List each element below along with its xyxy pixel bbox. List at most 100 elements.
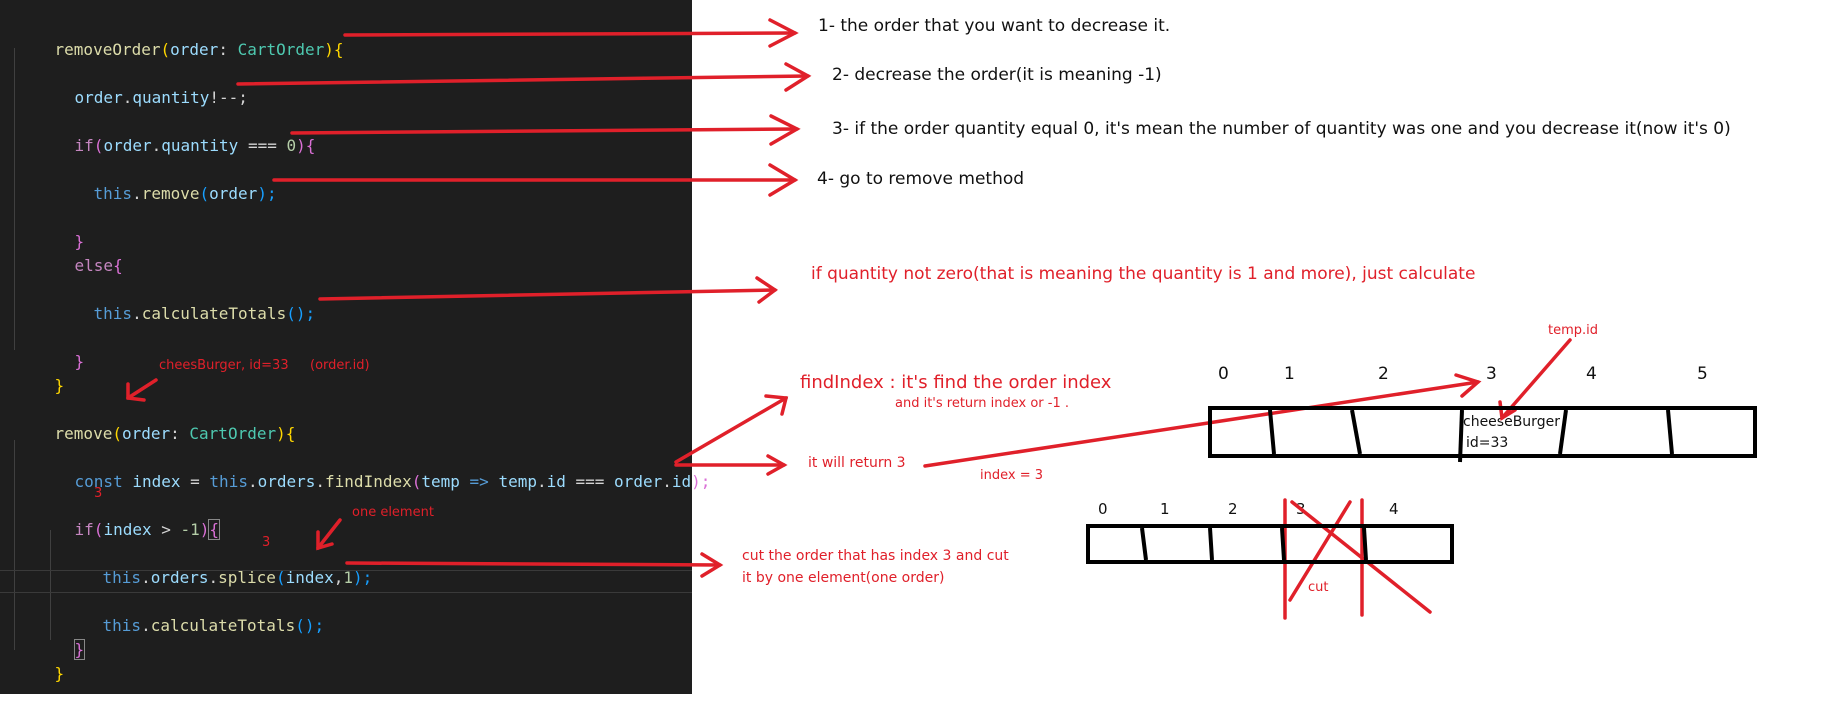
token: 1: [343, 568, 354, 587]
token: (: [93, 520, 104, 539]
note-4: 4- go to remove method: [817, 169, 1025, 189]
array-top-index: 3: [1486, 364, 1497, 384]
array-top-index: 2: [1378, 364, 1389, 384]
one-element-note: one element: [352, 505, 434, 520]
token: );: [691, 472, 711, 491]
token: order: [103, 136, 152, 155]
cut-note-line-1: cut the order that has index 3 and cut: [742, 548, 1009, 564]
cut-note-line-2: it by one element(one order): [742, 570, 945, 586]
array-bottom-divider: [1362, 527, 1368, 561]
cheese-id-note: cheesBurger, id=33: [159, 358, 289, 373]
token: ===: [565, 472, 615, 491]
token: order: [209, 184, 258, 203]
token: CartOrder: [237, 40, 325, 59]
token: ,: [333, 568, 344, 587]
token: order: [170, 40, 219, 59]
array-top-divider: [1558, 409, 1568, 455]
token: (: [93, 136, 104, 155]
token: ();: [286, 304, 316, 323]
token: this: [93, 184, 133, 203]
token: ===: [238, 136, 287, 155]
token: .: [151, 136, 162, 155]
token: quantity: [132, 88, 210, 107]
it-will-return-note: it will return 3: [808, 455, 906, 471]
token: ();: [295, 616, 325, 635]
array-top-index: 1: [1284, 364, 1295, 384]
token: temp: [498, 472, 537, 491]
token: .: [247, 472, 258, 491]
token: !--;: [209, 88, 248, 107]
note-1: 1- the order that you want to decrease i…: [818, 16, 1171, 36]
note-2: 2- decrease the order(it is meaning -1): [832, 65, 1162, 85]
find-index-sub: and it's return index or -1 .: [895, 396, 1070, 411]
token: 0: [286, 136, 297, 155]
arrow-head: [700, 552, 724, 578]
token: orders: [257, 472, 316, 491]
find-index-title: findIndex : it's find the order index: [800, 372, 1112, 393]
token: .: [315, 472, 326, 491]
token: ): [276, 424, 286, 443]
token: this: [102, 568, 142, 587]
token: .: [122, 88, 133, 107]
token: quantity: [161, 136, 239, 155]
array-top-divider: [1458, 409, 1464, 463]
token: order: [74, 88, 123, 107]
array-top-index: 5: [1697, 364, 1708, 384]
token: }: [54, 376, 65, 395]
token: order: [121, 424, 171, 443]
cut-label: cut: [1308, 580, 1329, 595]
temp-id-note: temp.id: [1548, 323, 1599, 338]
arrow-head: [766, 454, 788, 476]
token: {: [208, 519, 221, 540]
token: ): [324, 40, 334, 59]
token: id: [671, 472, 692, 491]
arrow-head: [768, 18, 799, 48]
code-line-14: this.calculateTotals();: [64, 596, 325, 656]
token: {: [285, 424, 296, 443]
array-top-divider: [1268, 409, 1276, 455]
token: }: [74, 352, 85, 371]
array-top-divider: [1350, 409, 1362, 455]
array-bottom-divider: [1140, 527, 1148, 561]
token: {: [305, 136, 316, 155]
token: this: [93, 304, 133, 323]
token: ): [296, 136, 306, 155]
token: .: [141, 616, 151, 635]
indent-guide: [14, 48, 15, 350]
cell-name: cheeseBurger: [1463, 414, 1560, 430]
arrow: [923, 380, 1480, 468]
token: );: [353, 568, 373, 587]
array-bottom-index: 3: [1296, 500, 1306, 518]
token: id: [546, 472, 566, 491]
token: (: [112, 424, 122, 443]
arrow: [1500, 338, 1572, 420]
token: {: [333, 40, 344, 59]
token: =>: [459, 472, 499, 491]
token: temp: [421, 472, 460, 491]
token: (: [411, 472, 422, 491]
token: {: [113, 256, 123, 275]
token: removeOrder: [54, 40, 161, 59]
array-bottom-index: 2: [1228, 500, 1238, 518]
token: if: [74, 136, 94, 155]
code-line-4: this.remove(order);: [55, 164, 277, 224]
token: index: [103, 520, 152, 539]
token: ): [199, 520, 210, 539]
three-marker-b: 3: [262, 535, 271, 550]
array-bottom-divider: [1208, 527, 1214, 561]
token: (: [199, 184, 210, 203]
arrow-head: [784, 62, 812, 92]
code-line-7: this.calculateTotals();: [55, 284, 316, 344]
token: orders: [150, 568, 209, 587]
array-bottom-box: [1086, 524, 1454, 564]
arrow-head: [764, 394, 789, 416]
token: .: [141, 568, 151, 587]
token: this: [102, 616, 142, 635]
token: index: [132, 472, 181, 491]
token: .: [208, 568, 219, 587]
three-marker-a: 3: [94, 486, 103, 501]
array-bottom-divider: [1280, 527, 1286, 561]
token: remove: [54, 424, 113, 443]
token: CartOrder: [189, 424, 277, 443]
